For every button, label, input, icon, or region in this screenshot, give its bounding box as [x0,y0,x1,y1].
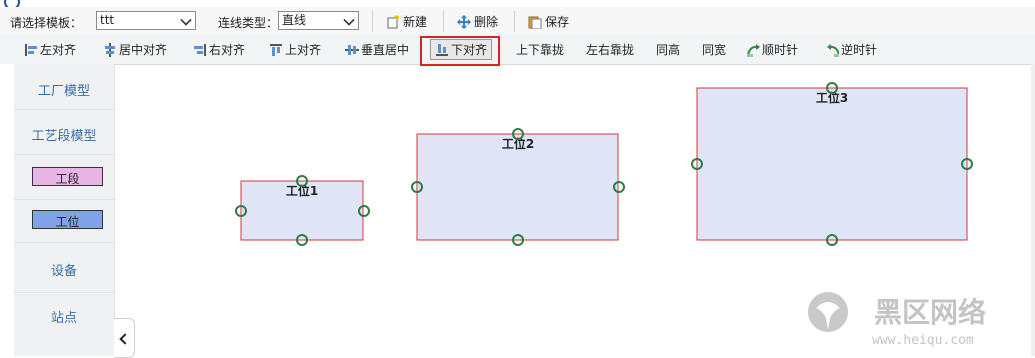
same-height-label: 同高 [656,43,681,57]
sidebar-divider [14,109,114,110]
station-shape-chip[interactable]: 工位 [32,210,103,229]
rotate-clockwise-icon [747,43,760,57]
vertical-close-label: 上下靠拢 [516,43,565,57]
right-align-button[interactable]: 右对齐 [193,41,245,58]
chevron-down-icon [180,14,192,26]
new-button[interactable]: 新建 [386,13,427,30]
sidebar-item-factory-model[interactable]: 工厂模型 [14,80,114,99]
sidebar-item-equipment[interactable]: 设备 [14,260,114,279]
same-width-label: 同宽 [702,43,727,57]
section-shape-chip[interactable]: 工段 [32,167,103,186]
section-chip-label: 工段 [55,172,80,186]
node-station-1[interactable]: 工位1 [235,175,370,246]
top-align-label: 上对齐 [285,43,322,57]
watermark-title: 黑区网络 [874,296,986,329]
clockwise-label: 顺时针 [762,43,799,57]
window-title-strip [0,0,1035,10]
sidebar-divider [14,154,114,155]
center-align-label: 居中对齐 [119,43,168,57]
line-type-select-value: 直线 [282,13,307,27]
left-align-button[interactable]: 左对齐 [24,41,76,58]
template-select-value: ttt [100,13,115,27]
template-select[interactable]: ttt [96,11,196,30]
same-height-button[interactable]: 同高 [656,41,680,58]
sidebar-divider [14,292,114,293]
clipboard-icon [528,16,542,29]
move-arrows-icon [457,14,471,29]
align-toolbar: 左对齐 居中对齐 右对齐 上对齐 垂直居中 下对齐 上下靠拢 左右靠拢 同高 同… [0,35,1035,65]
clockwise-button[interactable]: 顺时针 [746,41,798,58]
watermark: 黑区网络 www.heiqu.com [808,292,986,348]
chevron-down-icon [343,14,355,26]
node-station-2[interactable]: 工位2 [411,128,625,246]
align-center-icon [105,42,115,57]
delete-button-label: 删除 [474,15,499,29]
template-label: 请选择模板： [10,16,83,30]
top-align-button[interactable]: 上对齐 [269,41,321,58]
save-button[interactable]: 保存 [528,13,569,30]
station-chip-label: 工位 [55,215,80,229]
toolbar-divider [514,11,515,32]
counterclockwise-label: 逆时针 [841,43,878,57]
horizontal-close-label: 左右靠拢 [586,43,635,57]
main-toolbar: 请选择模板： ttt 连线类型： 直线 新建 删除 保存 [0,7,1035,36]
align-top-icon [270,43,282,56]
toolbar-divider [372,11,373,32]
vertical-center-button[interactable]: 垂直居中 [345,41,409,58]
horizontal-close-button[interactable]: 左右靠拢 [586,41,634,58]
left-align-label: 左对齐 [40,43,77,57]
delete-button[interactable]: 删除 [457,13,498,30]
align-left-icon [25,43,37,56]
sidebar-item-site[interactable]: 站点 [14,307,114,326]
sidebar-divider [14,199,114,200]
new-button-label: 新建 [403,15,428,29]
sidebar-item-process-model[interactable]: 工艺段模型 [14,125,114,144]
sidebar-divider [14,242,114,243]
save-button-label: 保存 [545,15,570,29]
counterclockwise-button[interactable]: 逆时针 [825,41,877,58]
node-station-3[interactable]: 工位3 [691,82,973,246]
new-document-icon [387,14,399,28]
vertical-scrollbar[interactable] [1031,64,1035,356]
center-align-button[interactable]: 居中对齐 [103,41,167,58]
toolbar-divider [443,11,444,32]
align-right-icon [194,43,206,56]
left-edge [0,64,15,356]
line-type-label: 连线类型： [218,16,279,30]
same-width-button[interactable]: 同宽 [702,41,726,58]
right-align-label: 右对齐 [209,43,246,57]
vertical-close-button[interactable]: 上下靠拢 [516,41,564,58]
line-type-select[interactable]: 直线 [278,11,359,30]
align-middle-icon [345,44,359,55]
rotate-counterclockwise-icon [827,43,839,57]
vertical-center-label: 垂直居中 [361,43,410,57]
watermark-url: www.heiqu.com [872,333,974,348]
highlight-box [420,36,500,66]
sidebar: 工厂模型 工艺段模型 工段 工位 设备 站点 [14,64,115,356]
